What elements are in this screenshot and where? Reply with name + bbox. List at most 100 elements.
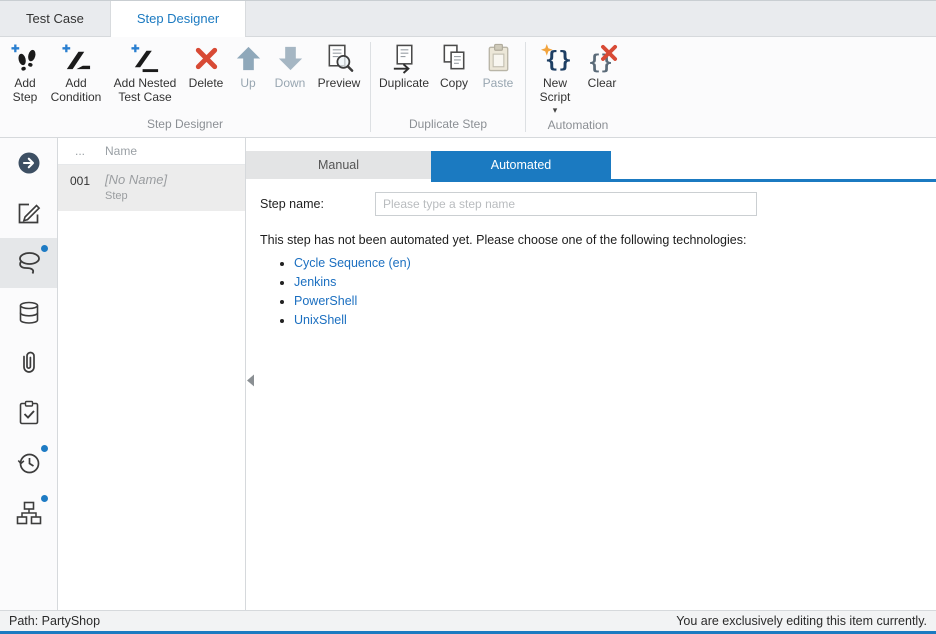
clear-script-button[interactable]: {} Clear (579, 40, 625, 93)
column-header-name[interactable]: Name (102, 144, 245, 158)
sidebar-item-edit[interactable] (0, 188, 57, 238)
ribbon-group-automation: {} New Script ▾ {} Clear Automation (526, 37, 630, 137)
add-step-button[interactable]: Add Step (5, 40, 45, 107)
ribbon-group-label: Automation (526, 116, 630, 138)
preview-icon (324, 43, 355, 74)
button-label: Delete (189, 77, 224, 91)
tab-step-designer[interactable]: Step Designer (111, 1, 246, 36)
preview-button[interactable]: Preview (313, 40, 365, 93)
technology-list: Cycle Sequence (en) Jenkins PowerShell U… (278, 256, 936, 332)
step-name: [No Name] (105, 172, 245, 187)
main-region: ... Name 001 [No Name] Step Manual Autom… (0, 138, 936, 610)
delete-button[interactable]: Delete (183, 40, 229, 93)
tab-step-designer-label: Step Designer (137, 11, 219, 26)
button-label: Up (240, 77, 255, 91)
steps-list-header: ... Name (58, 138, 245, 165)
ribbon-toolbar: Add Step Add Condition (0, 37, 936, 138)
clear-script-icon: {} (587, 43, 618, 74)
sidebar-item-navigate[interactable] (0, 138, 57, 188)
move-down-button[interactable]: Down (267, 40, 313, 93)
tab-automated-label: Automated (491, 158, 551, 172)
sidebar-item-steps[interactable] (0, 238, 57, 288)
tab-test-case[interactable]: Test Case (0, 1, 111, 36)
paperclip-icon (16, 350, 42, 376)
sidebar-item-data[interactable] (0, 288, 57, 338)
list-item: Cycle Sequence (en) (294, 256, 936, 270)
button-label: Copy (440, 77, 468, 91)
step-name-label: Step name: (260, 197, 375, 211)
step-number: 001 (58, 172, 102, 202)
notification-badge (41, 445, 48, 452)
copy-icon (439, 43, 470, 74)
sidebar-item-history[interactable] (0, 438, 57, 488)
technology-link-jenkins[interactable]: Jenkins (294, 275, 336, 289)
technology-link-cycle-sequence[interactable]: Cycle Sequence (en) (294, 256, 411, 270)
document-tabstrip: Test Case Step Designer (0, 1, 936, 37)
ribbon-group-label: Duplicate Step (371, 115, 525, 137)
automation-message: This step has not been automated yet. Pl… (260, 233, 936, 247)
sidebar-item-dependencies[interactable] (0, 488, 57, 538)
add-nested-test-case-icon (130, 43, 161, 74)
step-name-field-row: Step name: (260, 192, 936, 216)
new-script-button[interactable]: {} New Script ▾ (531, 40, 579, 116)
sidebar-item-tasks[interactable] (0, 388, 57, 438)
database-icon (16, 300, 42, 326)
button-label: Add Step (6, 77, 44, 105)
notification-badge (41, 495, 48, 502)
tab-manual-label: Manual (318, 158, 359, 172)
tab-automated[interactable]: Automated (431, 151, 611, 179)
button-label: Paste (483, 77, 514, 91)
history-clock-icon (16, 450, 42, 476)
collapse-arrow-icon: ◀ (247, 371, 254, 388)
step-detail-pane: Manual Automated Step name: This step ha… (246, 138, 936, 610)
arrow-circle-icon (16, 150, 42, 176)
ribbon-group-label: Step Designer (0, 115, 370, 137)
list-item: Jenkins (294, 275, 936, 289)
copy-button[interactable]: Copy (432, 40, 476, 93)
button-label: New Script (532, 77, 578, 105)
technology-link-powershell[interactable]: PowerShell (294, 294, 357, 308)
sitemap-icon (16, 500, 42, 526)
add-step-icon (10, 43, 41, 74)
column-header-index[interactable]: ... (58, 144, 102, 158)
step-row[interactable]: 001 [No Name] Step (58, 165, 245, 211)
collapse-panel-handle[interactable]: ◀ (247, 371, 254, 390)
arrow-down-icon (275, 43, 306, 74)
add-condition-icon (61, 43, 92, 74)
status-path: Path: PartyShop (9, 614, 100, 628)
step-type: Step (105, 190, 245, 202)
paste-icon (483, 43, 514, 74)
active-tab-underline (431, 179, 936, 182)
technology-link-unixshell[interactable]: UnixShell (294, 313, 347, 327)
ribbon-group-duplicate-step: Duplicate Copy Paste (371, 37, 525, 137)
add-nested-test-case-button[interactable]: Add Nested Test Case (107, 40, 183, 107)
button-label: Preview (318, 77, 361, 91)
list-item: PowerShell (294, 294, 936, 308)
delete-icon (191, 43, 222, 74)
add-condition-button[interactable]: Add Condition (45, 40, 107, 107)
paste-button[interactable]: Paste (476, 40, 520, 93)
step-detail-tabs: Manual Automated (246, 151, 936, 182)
button-label: Add Condition (46, 77, 106, 105)
new-script-icon: {} (540, 43, 571, 74)
lasso-icon (16, 250, 42, 276)
button-label: Duplicate (379, 77, 429, 91)
app-window: Test Case Step Designer (0, 0, 936, 634)
steps-list-panel: ... Name 001 [No Name] Step (58, 138, 246, 610)
sidebar (0, 138, 58, 610)
step-name-input[interactable] (375, 192, 757, 216)
chevron-down-icon: ▾ (553, 106, 558, 114)
tab-manual[interactable]: Manual (246, 151, 431, 179)
button-label: Add Nested Test Case (108, 77, 182, 105)
duplicate-button[interactable]: Duplicate (376, 40, 432, 93)
tab-test-case-label: Test Case (26, 11, 84, 26)
arrow-up-icon (233, 43, 264, 74)
button-label: Clear (588, 77, 617, 91)
status-edit-lock-message: You are exclusively editing this item cu… (676, 614, 927, 628)
sidebar-item-attachments[interactable] (0, 338, 57, 388)
duplicate-icon (389, 43, 420, 74)
ribbon-group-step-designer: Add Step Add Condition (0, 37, 370, 137)
clipboard-check-icon (16, 400, 42, 426)
move-up-button[interactable]: Up (229, 40, 267, 93)
button-label: Down (275, 77, 306, 91)
